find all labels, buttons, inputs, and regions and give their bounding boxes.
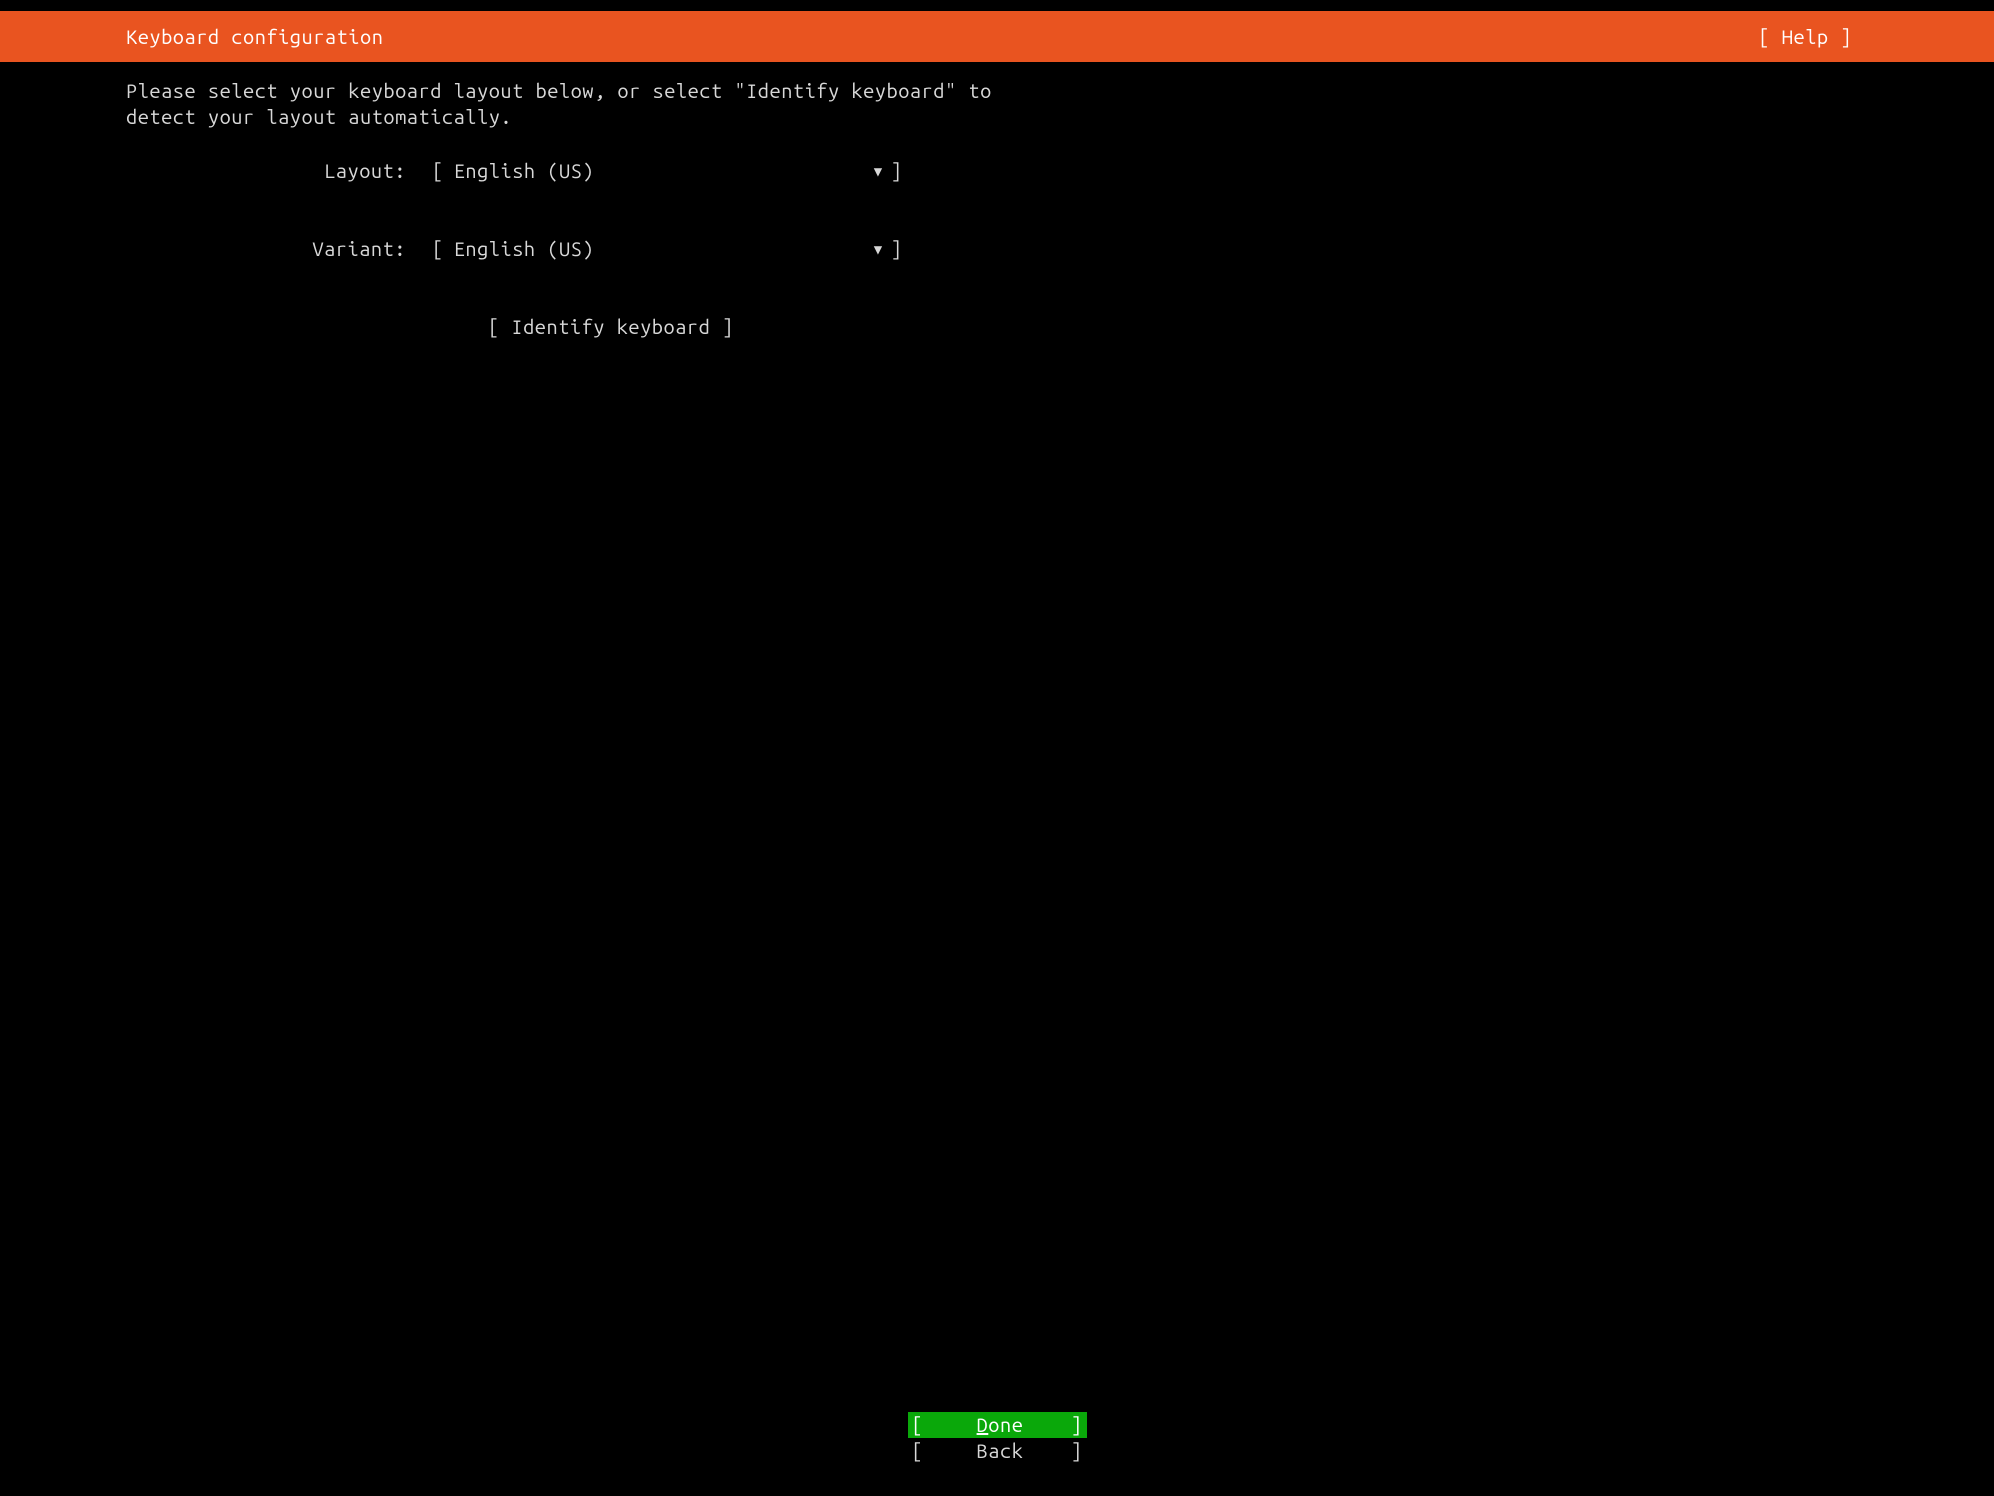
bracket-open: [ <box>432 236 444 262</box>
back-button[interactable]: [ Back ] <box>908 1438 1087 1464</box>
chevron-down-icon: ▼ <box>874 236 883 262</box>
page-title: Keyboard configuration <box>126 24 383 50</box>
bracket-close: ] <box>1071 1438 1083 1464</box>
layout-select[interactable]: [ English (US) ▼ ] <box>432 158 902 184</box>
layout-value: English (US) <box>454 158 874 184</box>
layout-label: Layout: <box>126 158 406 184</box>
bracket-close: ] <box>891 158 903 184</box>
done-label: Done <box>971 1412 1024 1438</box>
variant-value: English (US) <box>454 236 874 262</box>
variant-select[interactable]: [ English (US) ▼ ] <box>432 236 902 262</box>
instructions-text: Please select your keyboard layout below… <box>126 78 1868 130</box>
bracket-close: ] <box>1071 1412 1083 1438</box>
done-button[interactable]: [ Done ] <box>908 1412 1087 1438</box>
header-bar: Keyboard configuration [ Help ] <box>0 11 1994 62</box>
identify-keyboard-button[interactable]: [ Identify keyboard ] <box>488 314 1868 340</box>
main-content: Please select your keyboard layout below… <box>126 78 1868 340</box>
help-button[interactable]: [ Help ] <box>1758 24 1852 50</box>
bracket-open: [ <box>432 158 444 184</box>
layout-row: Layout: [ English (US) ▼ ] <box>126 158 1868 184</box>
footer: [ Done ] [ Back ] <box>0 1412 1994 1464</box>
bracket-open: [ <box>912 1438 924 1464</box>
variant-label: Variant: <box>126 236 406 262</box>
bracket-close: ] <box>891 236 903 262</box>
variant-row: Variant: [ English (US) ▼ ] <box>126 236 1868 262</box>
chevron-down-icon: ▼ <box>874 158 883 184</box>
bracket-open: [ <box>912 1412 924 1438</box>
back-label: Back <box>971 1438 1024 1464</box>
